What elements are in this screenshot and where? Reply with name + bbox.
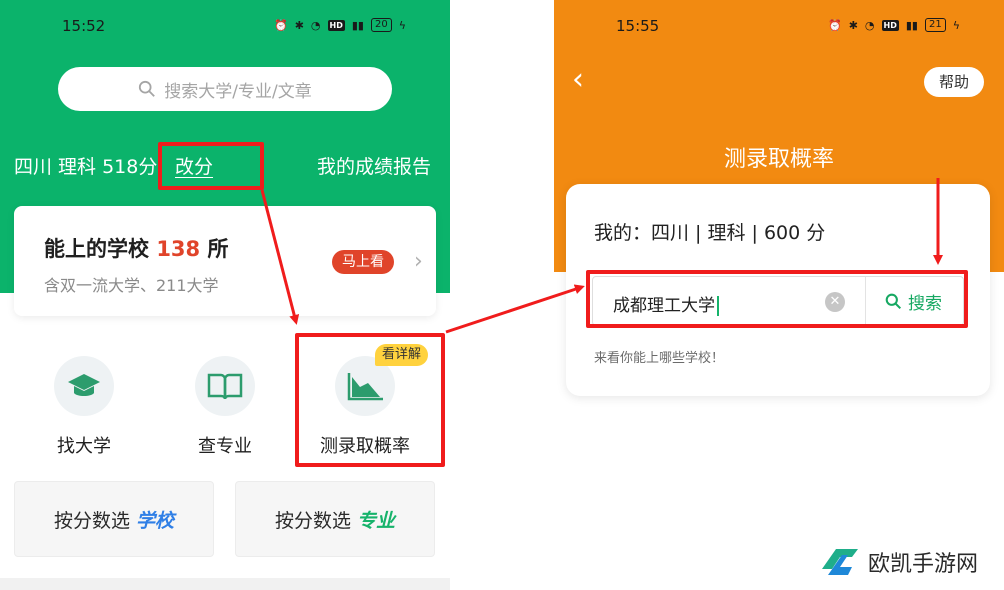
graduation-cap-icon <box>54 356 114 416</box>
tile-label: 找大学 <box>57 436 111 457</box>
bottom-divider <box>0 578 450 590</box>
help-button[interactable]: 帮助 <box>924 67 984 97</box>
battery-icon: 20 <box>370 18 392 32</box>
status-icons: ⏰ ✱ ◔ HD ▮▮ 21 ϟ <box>828 18 960 32</box>
watermark-text: 欧凯手游网 <box>868 552 979 577</box>
battery-icon: 21 <box>924 18 946 32</box>
status-time: 15:52 <box>62 17 106 35</box>
alarm-icon: ⏰ <box>274 18 288 32</box>
hd-icon: HD <box>881 19 899 31</box>
search-placeholder: 搜索大学/专业/文章 <box>164 81 312 102</box>
tile-check-major[interactable]: 查专业 <box>165 356 285 458</box>
status-time: 15:55 <box>616 17 660 35</box>
wifi-icon: ◔ <box>864 18 875 32</box>
site-watermark: 欧凯手游网 <box>818 545 978 579</box>
eligible-schools-count: 138 <box>156 237 201 261</box>
wifi-icon: ◔ <box>310 18 321 32</box>
eligible-schools-card[interactable]: 能上的学校 138 所 含双一流大学、211大学 马上看 › <box>14 206 436 316</box>
select-major-by-score-button[interactable]: 按分数选 专业 <box>235 481 435 557</box>
watermark-logo-icon <box>822 549 858 575</box>
highlight-box-search-field <box>586 270 968 328</box>
tile-find-university[interactable]: 找大学 <box>24 356 144 458</box>
open-book-icon <box>195 356 255 416</box>
tile-label: 查专业 <box>198 436 252 457</box>
bluetooth-icon: ✱ <box>294 18 304 32</box>
highlight-box-admission-probability <box>295 333 445 467</box>
page-title: 测录取概率 <box>723 147 834 172</box>
score-report-link[interactable]: 我的成绩报告 <box>317 152 431 179</box>
eligible-schools-title: 能上的学校 138 所 <box>44 237 229 261</box>
my-score-info: 我的：四川 | 理科 | 600 分 <box>594 222 826 244</box>
left-phone-screen: 15:52 ⏰ ✱ ◔ HD ▮▮ 20 ϟ 搜索大学/专业/文章 四川 理科 … <box>0 0 450 590</box>
alarm-icon: ⏰ <box>828 18 842 32</box>
bluetooth-icon: ✱ <box>848 18 858 32</box>
status-icons: ⏰ ✱ ◔ HD ▮▮ 20 ϟ <box>274 18 406 32</box>
hint-text[interactable]: 来看你能上哪些学校！ <box>594 347 724 366</box>
charging-icon: ϟ <box>398 18 406 32</box>
select-school-by-score-button[interactable]: 按分数选 学校 <box>14 481 214 557</box>
score-summary: 四川 理科 518分 <box>14 156 158 178</box>
view-now-badge[interactable]: 马上看 <box>332 250 394 274</box>
chevron-right-icon: › <box>414 249 423 274</box>
highlight-box-edit-score <box>158 142 264 190</box>
right-phone-screen: 15:55 ⏰ ✱ ◔ HD ▮▮ 21 ϟ ‹ 帮助 测录取概率 我的：四川 … <box>554 0 1004 590</box>
signal-icon: ▮▮ <box>351 18 364 32</box>
eligible-schools-subtitle: 含双一流大学、211大学 <box>44 276 219 295</box>
search-input[interactable]: 搜索大学/专业/文章 <box>58 67 392 111</box>
charging-icon: ϟ <box>952 18 960 32</box>
back-arrow-icon[interactable]: ‹ <box>572 62 584 97</box>
search-icon <box>139 80 156 97</box>
signal-icon: ▮▮ <box>905 18 918 32</box>
hd-icon: HD <box>327 19 345 31</box>
screenshot-stage: 15:52 ⏰ ✱ ◔ HD ▮▮ 20 ϟ 搜索大学/专业/文章 四川 理科 … <box>0 0 1004 590</box>
